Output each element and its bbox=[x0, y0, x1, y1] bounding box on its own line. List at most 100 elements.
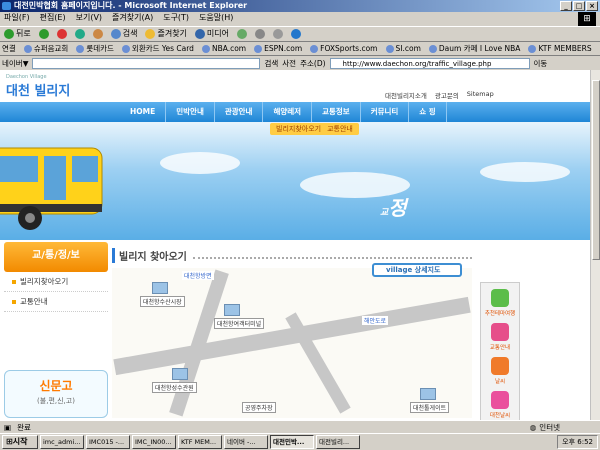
quick-weather[interactable]: 날씨 bbox=[481, 357, 519, 385]
map-label: 해안도로 bbox=[362, 316, 389, 325]
clock[interactable]: 오후 6:52 bbox=[562, 436, 593, 448]
taskbar-item[interactable]: 대전빌리... bbox=[316, 435, 360, 449]
media-button[interactable]: 미디어 bbox=[194, 26, 229, 42]
ie-icon bbox=[2, 2, 11, 10]
vertical-scrollbar[interactable] bbox=[590, 70, 600, 420]
links-bar: 연결 슈퍼음교회 롯데카드 외환카드 Yes Card NBA.com ESPN… bbox=[0, 42, 600, 56]
cloud bbox=[480, 162, 570, 182]
taskbar-item[interactable]: 네이버 -... bbox=[224, 435, 268, 449]
taskbar: ⊞시작 imc_admi... IMC015 -... IMC_IN00... … bbox=[0, 433, 600, 450]
start-button[interactable]: ⊞시작 bbox=[2, 435, 38, 449]
map-label: 공영주차장 bbox=[242, 402, 276, 413]
taskbar-item-active[interactable]: 대전민박... bbox=[270, 435, 314, 449]
map-label: 대천항수산시장 bbox=[140, 296, 185, 307]
quick-theme-travel[interactable]: 추천테마여행 bbox=[481, 289, 519, 317]
menu-view[interactable]: 보기(V) bbox=[76, 12, 102, 24]
minimize-button[interactable]: _ bbox=[560, 1, 572, 11]
naver-toolbar-label[interactable]: 네이버▼ bbox=[2, 58, 28, 69]
sidebar-title: 교/통/정/보 bbox=[4, 242, 108, 272]
mail-button[interactable] bbox=[255, 29, 266, 39]
content-heading: 빌리지 찾아오기 bbox=[112, 248, 472, 263]
windows-logo: ⊞ bbox=[578, 12, 596, 26]
search-icon bbox=[110, 29, 121, 39]
taskbar-item[interactable]: IMC_IN00... bbox=[132, 435, 176, 449]
nav-shopping[interactable]: 쇼 핑 bbox=[409, 102, 447, 122]
subnav-village-directions[interactable]: 빌리지찾아오기 bbox=[276, 123, 321, 135]
scroll-thumb[interactable] bbox=[592, 80, 600, 260]
link-item[interactable]: SI.com bbox=[385, 42, 421, 55]
menu-help[interactable]: 도움말(H) bbox=[199, 12, 233, 24]
link-item[interactable]: 슈퍼음교회 bbox=[23, 42, 68, 55]
print-button[interactable] bbox=[273, 29, 284, 39]
ie-page-icon bbox=[428, 44, 437, 53]
taskbar-item[interactable]: KTF MEM... bbox=[178, 435, 222, 449]
favorites-button[interactable]: 즐겨찾기 bbox=[145, 26, 187, 42]
taskbar-item[interactable]: imc_admi... bbox=[40, 435, 84, 449]
subnav-traffic-info[interactable]: 교통안내 bbox=[327, 123, 353, 135]
taskbar-item[interactable]: IMC015 -... bbox=[86, 435, 130, 449]
ie-page-icon bbox=[385, 44, 394, 53]
toplink-ads[interactable]: 광고문의 bbox=[435, 90, 459, 100]
toplink-intro[interactable]: 대천빌리지소개 bbox=[385, 90, 427, 100]
site-logo[interactable]: Daechon Village 대천 빌리지 bbox=[6, 74, 70, 99]
sidebar-item-directions[interactable]: 빌리지찾아오기 bbox=[4, 272, 108, 292]
quick-traffic[interactable]: 교통안내 bbox=[481, 323, 519, 351]
ie-page-icon bbox=[121, 44, 130, 53]
maximize-button[interactable]: □ bbox=[573, 1, 585, 11]
detail-map-button[interactable]: village 상세지도 bbox=[372, 263, 462, 277]
menu-bar: 파일(F) 편집(E) 보기(V) 즐겨찾기(A) 도구(T) 도움말(H) bbox=[0, 12, 600, 24]
word-icon bbox=[291, 29, 302, 39]
link-item[interactable]: Daum 카페 I Love NBA bbox=[428, 42, 520, 55]
travel-icon bbox=[491, 289, 509, 307]
nav-traffic[interactable]: 교통정보 bbox=[312, 102, 361, 122]
web-page: Daechon Village 대천 빌리지 대천빌리지소개 광고문의 Sitem… bbox=[0, 70, 590, 420]
link-item[interactable]: FOXSports.com bbox=[310, 42, 378, 55]
link-item[interactable]: KTF MEMBERS bbox=[528, 42, 592, 55]
building-icon bbox=[420, 388, 436, 400]
menu-favorites[interactable]: 즐겨찾기(A) bbox=[112, 12, 153, 24]
complaint-box[interactable]: 신문고 (불,편,신,고) bbox=[4, 370, 108, 418]
forward-arrow-icon bbox=[38, 29, 49, 39]
menu-tools[interactable]: 도구(T) bbox=[163, 12, 189, 24]
nav-home[interactable]: HOME bbox=[120, 102, 167, 122]
standard-toolbar: 뒤로 검색 즐겨찾기 미디어 bbox=[0, 26, 600, 42]
menu-file[interactable]: 파일(F) bbox=[4, 12, 30, 24]
hero-slogan: 교정 bbox=[380, 196, 407, 220]
quick-daechon-weather[interactable]: 대천날씨 bbox=[481, 391, 519, 419]
home-button[interactable] bbox=[92, 29, 103, 39]
building-icon bbox=[172, 368, 188, 380]
globe-icon: ◍ bbox=[529, 423, 537, 432]
ie-page-icon bbox=[23, 44, 32, 53]
nav-lodging[interactable]: 민박안내 bbox=[166, 102, 215, 122]
building-icon bbox=[152, 282, 168, 294]
main-content: 빌리지 찾아오기 대천항수산시장 대천항여객터미널 대천항성수관원 공영주차장 … bbox=[112, 248, 472, 418]
naver-search-input[interactable] bbox=[32, 57, 261, 69]
link-item[interactable]: 외환카드 Yes Card bbox=[121, 42, 194, 55]
refresh-button[interactable] bbox=[74, 29, 85, 39]
link-item[interactable]: NBA.com bbox=[201, 42, 246, 55]
nav-community[interactable]: 커뮤니티 bbox=[361, 102, 410, 122]
toplink-sitemap[interactable]: Sitemap bbox=[467, 90, 494, 100]
sidebar-item-traffic[interactable]: 교통안내 bbox=[4, 292, 108, 312]
location-map: 대천항수산시장 대천항여객터미널 대천항성수관원 공영주차장 대천톨게이트 대천… bbox=[112, 268, 472, 418]
search-button[interactable]: 검색 bbox=[110, 26, 137, 42]
ie-page-icon bbox=[201, 44, 210, 53]
back-button[interactable]: 뒤로 bbox=[4, 26, 31, 42]
edit-button[interactable] bbox=[291, 29, 302, 39]
menu-edit[interactable]: 편집(E) bbox=[40, 12, 66, 24]
forward-button[interactable] bbox=[38, 29, 49, 39]
link-item[interactable]: 롯데카드 bbox=[76, 42, 114, 55]
go-button[interactable]: 이동 bbox=[534, 58, 548, 69]
refresh-icon bbox=[74, 29, 85, 39]
address-input[interactable]: http://www.daechon.org/traffic_village.p… bbox=[329, 57, 530, 69]
history-button[interactable] bbox=[237, 29, 248, 39]
status-text: 완료 bbox=[17, 422, 31, 432]
naver-search-button[interactable]: 검색 bbox=[264, 58, 278, 69]
close-button[interactable]: × bbox=[586, 1, 598, 11]
dictionary-button[interactable]: 사전 bbox=[282, 58, 296, 69]
link-item[interactable]: ESPN.com bbox=[254, 42, 302, 55]
nav-tourism[interactable]: 관광안내 bbox=[215, 102, 264, 122]
stop-button[interactable] bbox=[56, 29, 67, 39]
nav-leisure[interactable]: 해양레저 bbox=[263, 102, 313, 122]
system-tray: 오후 6:52 bbox=[557, 435, 598, 449]
